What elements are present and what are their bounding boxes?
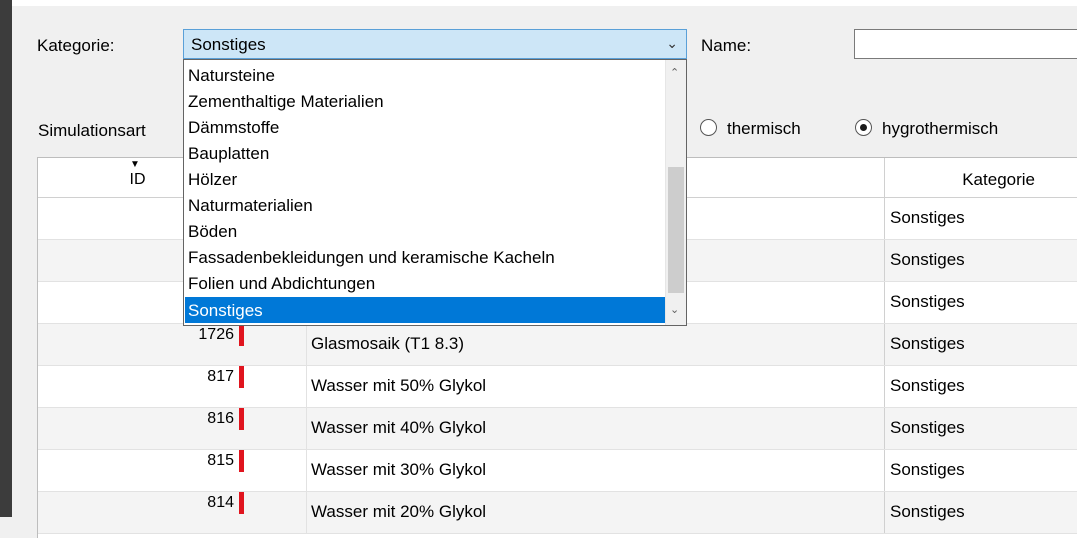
radio-hygrothermisch-label: hygrothermisch — [882, 119, 999, 138]
cell-kategorie: Sonstiges — [884, 366, 1077, 407]
dropdown-item[interactable]: Bauplatten — [185, 140, 665, 166]
kategorie-dropdown-list: Natursteine Zementhaltige Materialien Dä… — [183, 59, 687, 326]
top-strip — [12, 0, 1077, 6]
cell-id: 816 — [207, 410, 234, 427]
table-row[interactable]: 815 Wasser mit 30% Glykol Sonstiges — [38, 450, 1077, 492]
cell-id: 815 — [207, 452, 234, 469]
cell-name: Wasser mit 50% Glykol — [311, 376, 487, 395]
simulationsart-label: Simulationsart — [38, 121, 146, 140]
dropdown-item[interactable]: Naturmaterialien — [185, 192, 665, 218]
dropdown-item[interactable]: Natursteine — [185, 62, 665, 88]
radio-circle-checked-icon[interactable] — [855, 119, 872, 136]
radio-circle-icon[interactable] — [700, 119, 717, 136]
status-marker — [239, 324, 244, 346]
dropdown-item[interactable]: Hölzer — [185, 166, 665, 192]
table-row[interactable]: 1726 Glasmosaik (T1 8.3) Sonstiges — [38, 324, 1077, 366]
cell-kategorie: Sonstiges — [884, 324, 1077, 365]
table-row[interactable]: 814 Wasser mit 20% Glykol Sonstiges — [38, 492, 1077, 534]
dropdown-item[interactable]: Böden — [185, 218, 665, 244]
cell-kategorie: Sonstiges — [884, 408, 1077, 449]
kategorie-combobox-value: Sonstiges — [191, 35, 266, 54]
dropdown-item-selected[interactable]: Sonstiges — [185, 297, 665, 323]
dropdown-item[interactable]: Fassadenbekleidungen und keramische Kach… — [185, 244, 665, 270]
status-marker — [239, 492, 244, 514]
dropdown-item[interactable]: Dämmstoffe — [185, 114, 665, 140]
name-label: Name: — [701, 36, 752, 55]
cell-name: Glasmosaik (T1 8.3) — [311, 334, 465, 353]
dropdown-item[interactable]: Folien und Abdichtungen — [185, 270, 665, 296]
cell-kategorie: Sonstiges — [884, 450, 1077, 491]
status-marker — [239, 450, 244, 472]
chevron-down-icon[interactable]: ⌄ — [666, 35, 678, 52]
window-left-border — [0, 0, 12, 517]
kategorie-combobox[interactable]: Sonstiges ⌄ — [183, 29, 687, 59]
radio-hygrothermisch[interactable]: hygrothermisch — [855, 119, 998, 139]
cell-id: 817 — [207, 368, 234, 385]
dropdown-scrollbar[interactable]: ⌃ ⌄ — [665, 60, 686, 325]
name-input[interactable] — [854, 29, 1077, 59]
scroll-up-icon[interactable]: ⌃ — [670, 66, 679, 79]
cell-id: 1726 — [198, 326, 234, 343]
table-row[interactable]: 816 Wasser mit 40% Glykol Sonstiges — [38, 408, 1077, 450]
scrollbar-thumb[interactable] — [668, 167, 684, 293]
radio-thermisch[interactable]: thermisch — [700, 119, 801, 139]
scroll-down-icon[interactable]: ⌄ — [670, 303, 679, 316]
cell-kategorie: Sonstiges — [884, 240, 1077, 281]
cell-name: Wasser mit 20% Glykol — [311, 502, 487, 521]
cell-id: 814 — [207, 494, 234, 511]
sort-descending-icon: ▼ — [130, 159, 140, 170]
status-marker — [239, 366, 244, 388]
cell-name: Wasser mit 30% Glykol — [311, 460, 487, 479]
cell-kategorie: Sonstiges — [884, 282, 1077, 323]
cell-name: Wasser mit 40% Glykol — [311, 418, 487, 437]
radio-thermisch-label: thermisch — [727, 119, 801, 138]
cell-kategorie: Sonstiges — [884, 198, 1077, 239]
status-marker — [239, 408, 244, 430]
dropdown-item[interactable]: Zementhaltige Materialien — [185, 88, 665, 114]
cell-kategorie: Sonstiges — [884, 492, 1077, 533]
column-header-kategorie[interactable]: Kategorie — [884, 158, 1077, 197]
kategorie-label: Kategorie: — [37, 36, 115, 55]
table-row[interactable]: 817 Wasser mit 50% Glykol Sonstiges — [38, 366, 1077, 408]
